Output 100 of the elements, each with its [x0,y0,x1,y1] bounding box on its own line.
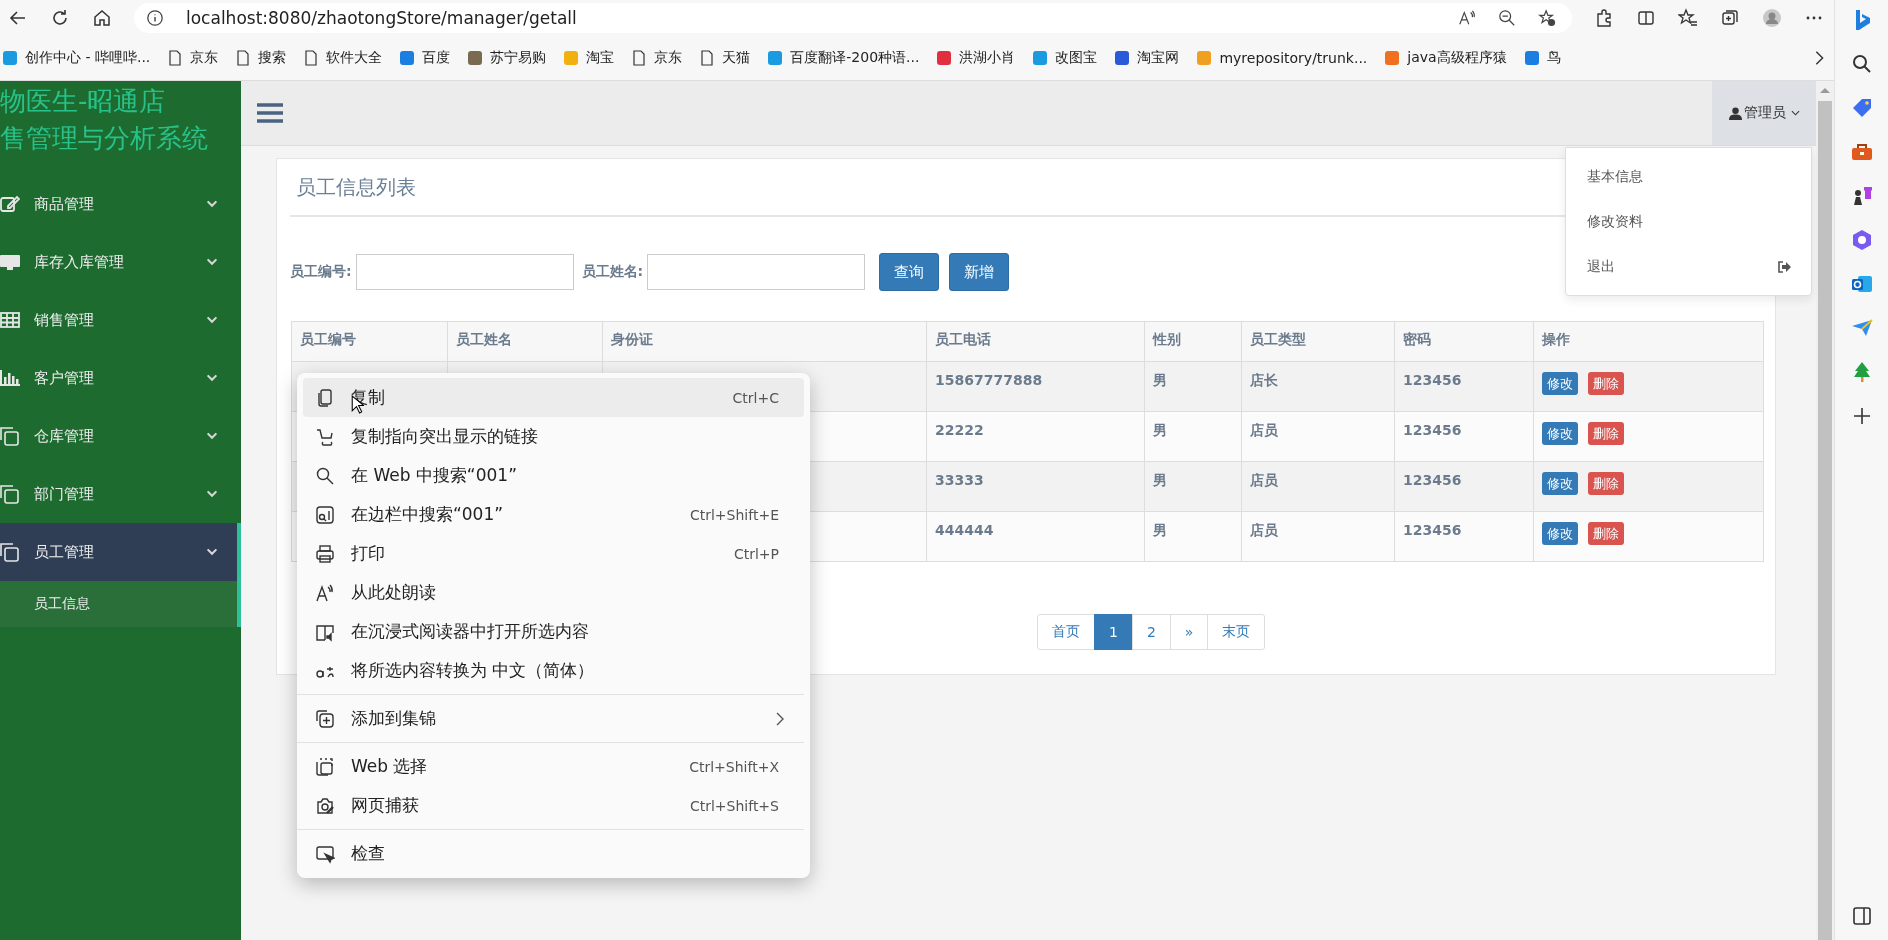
edit-button[interactable]: 修改 [1542,372,1578,395]
page-link[interactable]: 末页 [1207,614,1266,650]
bookmark[interactable]: 淘宝网 [1114,49,1180,67]
sidebar-item[interactable]: 仓库管理 [0,407,241,465]
site-icon [1032,50,1049,66]
bookmark[interactable]: 鸟 [1523,49,1561,67]
camera-icon [315,795,335,816]
bookmark[interactable]: 百度翻译-200种语... [767,49,920,67]
favorite-add-icon[interactable] [1538,9,1556,27]
context-menu-item[interactable]: 添加到集锦 [303,699,804,738]
delete-button[interactable]: 删除 [1588,472,1624,495]
context-menu-item[interactable]: 从此处朗读 [303,573,804,612]
dropdown-item[interactable]: 退出 [1566,244,1811,289]
context-menu-item[interactable]: 在 Web 中搜索“001” [303,456,804,495]
caret-icon [1790,110,1800,116]
split-screen-icon[interactable] [1636,8,1656,28]
favorites-icon[interactable] [1678,8,1698,28]
context-menu-item[interactable]: 打印 Ctrl+P [303,534,804,573]
sidebar-subitem[interactable]: 员工信息 [0,581,241,627]
context-menu-item[interactable]: 将所选内容转换为 中文（简体） [303,651,804,690]
sidebar-item[interactable]: 销售管理 [0,291,241,349]
bookmark[interactable]: 洪湖小肖 [936,49,1016,67]
table-cell: 123456 [1394,411,1534,462]
scrollbar[interactable] [1816,81,1834,940]
bookmark[interactable]: 软件大全 [303,49,383,67]
column-header: 操作 [1533,321,1764,362]
scrollbar-thumb[interactable] [1818,101,1832,940]
table-cell: 店员 [1241,411,1395,462]
bookmark[interactable]: java高级程序猿 [1384,49,1507,67]
edit-button[interactable]: 修改 [1542,472,1578,495]
site-icon [1384,50,1401,66]
read-aloud-icon[interactable] [1458,9,1476,27]
context-menu-item[interactable]: 网页捕获 Ctrl+Shift+S [303,786,804,825]
page-link[interactable]: 1 [1094,614,1133,650]
info-icon[interactable] [146,9,164,27]
table-cell: 店员 [1241,511,1395,562]
home-icon[interactable] [92,8,112,28]
sidebar-item[interactable]: 库存入库管理 [0,233,241,291]
bookmark[interactable]: 改图宝 [1032,49,1098,67]
bookmark[interactable]: myrepository/trunk... [1196,50,1368,66]
sidebar-item[interactable]: 商品管理 [0,175,241,233]
page-icon [167,50,184,66]
filter-label: 员工姓名: [581,263,644,281]
table-cell: 男 [1144,361,1242,412]
collections-icon[interactable] [1720,8,1740,28]
bookmark[interactable]: 京东 [167,49,219,67]
table-cell: 男 [1144,411,1242,462]
bookmark[interactable]: 创作中心 - 哔哩哔... [2,49,151,67]
edit-button[interactable]: 修改 [1542,422,1578,445]
column-header: 密码 [1394,321,1534,362]
action-button[interactable]: 查询 [879,253,940,291]
site-icon [399,50,416,66]
shortcut-text: Ctrl+P [733,545,779,562]
table-cell: 男 [1144,461,1242,512]
table-cell: 123456 [1394,461,1534,512]
context-menu-item[interactable]: 在边栏中搜索“001” Ctrl+Shift+E [303,495,804,534]
input-field[interactable] [647,254,866,290]
refresh-icon[interactable] [50,8,70,28]
page-link[interactable]: » [1169,614,1209,650]
copy-icon [315,387,335,408]
delete-button[interactable]: 删除 [1588,522,1624,545]
delete-button[interactable]: 删除 [1588,422,1624,445]
shortcut-text: Ctrl+Shift+X [689,758,779,775]
table-cell: 33333 [926,461,1145,512]
address-bar[interactable]: localhost:8080/zhaotongStore/manager/getall [134,3,1572,33]
menu-icon[interactable] [257,102,283,124]
context-menu-item[interactable]: 在沉浸式阅读器中打开所选内容 [303,612,804,651]
page-link[interactable]: 首页 [1037,614,1095,650]
site-icon [467,50,484,66]
bookmark[interactable]: 天猫 [699,49,751,67]
page-link[interactable]: 2 [1131,614,1171,650]
edit-button[interactable]: 修改 [1542,522,1578,545]
zoom-out-icon[interactable] [1498,9,1516,27]
bookmark[interactable]: 淘宝 [563,49,615,67]
printer-icon [315,543,335,564]
bookmark[interactable]: 搜索 [235,49,287,67]
action-button[interactable]: 新增 [949,253,1010,291]
context-menu-item[interactable]: 复制指向突出显示的链接 [303,417,804,456]
logout-icon [1777,259,1791,274]
site-icon [2,50,18,66]
filter-label: 员工编号: [290,263,352,281]
bookmark[interactable]: 京东 [631,49,683,67]
column-header: 员工类型 [1241,321,1395,362]
shortcut-text: Ctrl+Shift+S [689,797,779,814]
site-icon [1523,50,1540,66]
user-menu-button[interactable]: 管理员 [1712,81,1816,145]
extensions-icon[interactable] [1594,8,1614,28]
bookmark[interactable]: 苏宁易购 [467,49,547,67]
bookmark[interactable]: 百度 [399,49,451,67]
sidebar-item[interactable]: 客户管理 [0,349,241,407]
app-title: 物医生-昭通店 [0,85,167,118]
delete-button[interactable]: 删除 [1588,372,1624,395]
avatar-icon[interactable] [1762,8,1782,28]
input-field[interactable] [355,254,574,290]
page-icon [235,50,252,66]
context-menu-item[interactable]: Web 选择 Ctrl+Shift+X [303,747,804,786]
context-menu-item[interactable]: 检查 [303,834,804,873]
sidebar-item[interactable]: 部门管理 [0,465,241,523]
sidebar-item[interactable]: 员工管理 [0,523,241,581]
select-icon [315,756,335,777]
